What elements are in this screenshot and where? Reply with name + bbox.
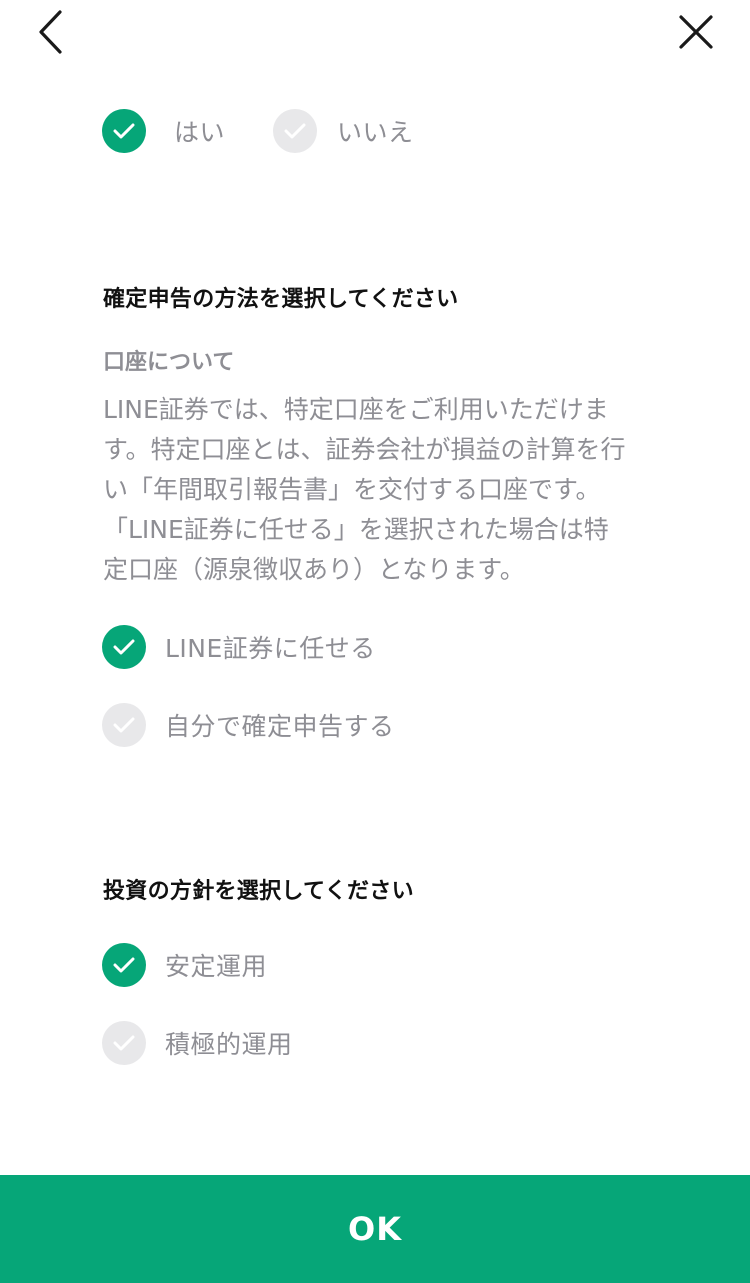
close-button[interactable] bbox=[672, 8, 720, 56]
description-line: 「LINE証券に任せる」を選択された場合は特 bbox=[103, 515, 609, 544]
option-yes[interactable]: はい bbox=[102, 109, 225, 153]
option-stable[interactable]: 安定運用 bbox=[102, 943, 267, 987]
close-icon bbox=[679, 15, 713, 49]
account-description: LINE証券では、特定口座をご利用いただけま す。特定口座とは、証券会社が損益の… bbox=[103, 390, 663, 590]
description-line: い「年間取引報告書」を交付する口座です。 bbox=[103, 475, 601, 504]
checked-icon bbox=[102, 943, 146, 987]
ok-button[interactable]: OK bbox=[0, 1175, 750, 1283]
tax-filing-title: 確定申告の方法を選択してください bbox=[103, 287, 459, 312]
yes-no-group: はい いいえ bbox=[102, 109, 414, 153]
ok-button-label: OK bbox=[348, 1210, 402, 1248]
investment-policy-title: 投資の方針を選択してください bbox=[103, 879, 414, 904]
option-no[interactable]: いいえ bbox=[273, 109, 414, 153]
back-button[interactable] bbox=[27, 8, 75, 56]
option-self-filing[interactable]: 自分で確定申告する bbox=[102, 703, 395, 747]
checked-icon bbox=[102, 625, 146, 669]
unchecked-icon bbox=[102, 1021, 146, 1065]
description-line: 定口座（源泉徴収あり）となります。 bbox=[103, 555, 525, 584]
unchecked-icon bbox=[273, 109, 318, 153]
option-self-filing-label: 自分で確定申告する bbox=[165, 712, 395, 741]
option-yes-label: はい bbox=[174, 118, 226, 147]
option-aggressive[interactable]: 積極的運用 bbox=[102, 1021, 293, 1065]
option-leave-to-line[interactable]: LINE証券に任せる bbox=[102, 625, 376, 669]
option-aggressive-label: 積極的運用 bbox=[165, 1030, 293, 1059]
chevron-left-icon bbox=[39, 10, 62, 54]
account-heading: 口座について bbox=[103, 350, 235, 375]
description-line: す。特定口座とは、証券会社が損益の計算を行 bbox=[103, 435, 626, 464]
unchecked-icon bbox=[102, 703, 146, 747]
option-leave-to-line-label: LINE証券に任せる bbox=[165, 634, 376, 663]
option-no-label: いいえ bbox=[337, 118, 414, 147]
checked-icon bbox=[102, 109, 146, 153]
description-line: LINE証券では、特定口座をご利用いただけま bbox=[103, 395, 609, 424]
option-stable-label: 安定運用 bbox=[165, 952, 268, 981]
